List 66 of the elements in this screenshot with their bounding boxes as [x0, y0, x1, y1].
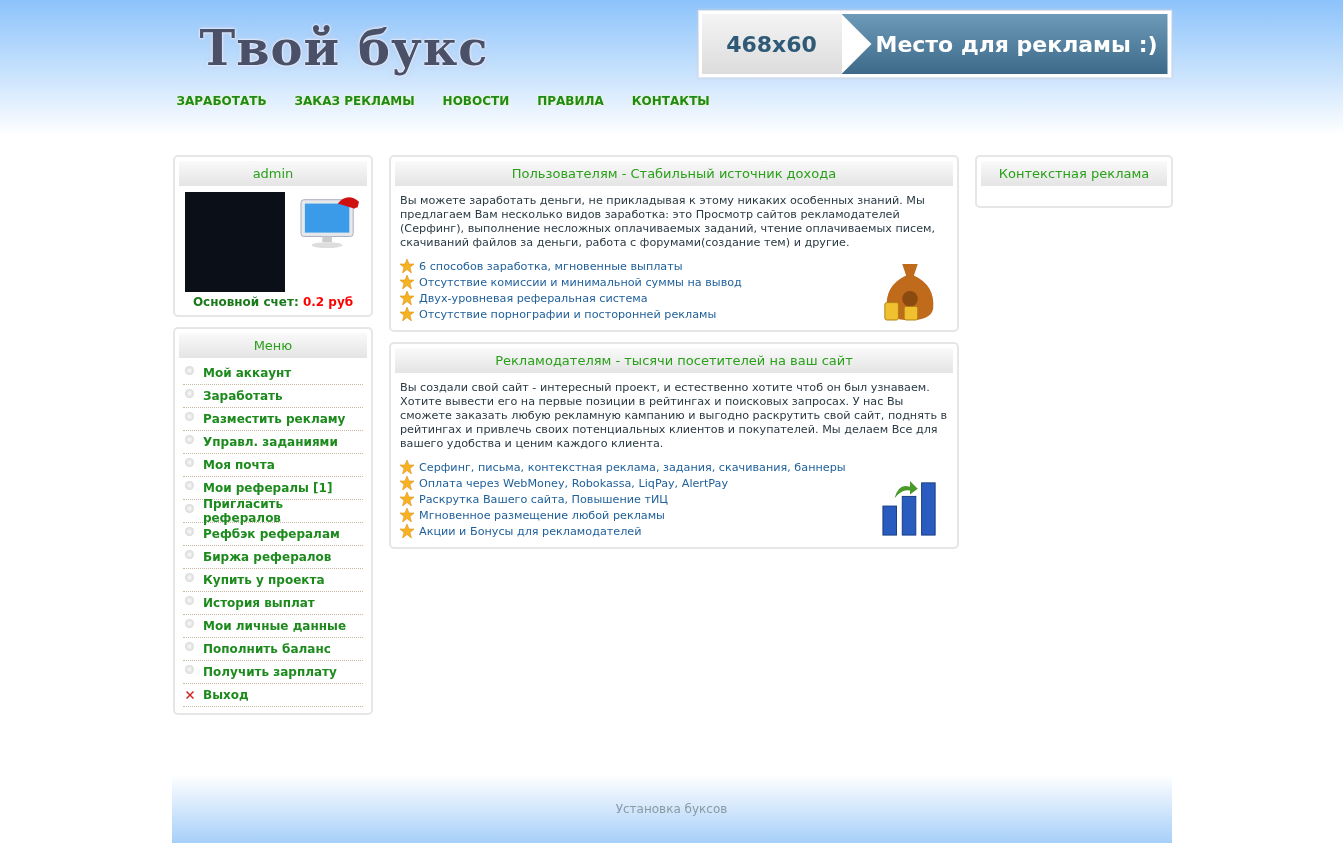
feature-text: Серфинг, письма, контекстная реклама, задания, скачивания, баннеры — [419, 460, 846, 474]
bullet-icon — [185, 573, 194, 582]
nav-link[interactable]: КОНТАКТЫ — [631, 94, 710, 108]
banner-size: 468x60 — [701, 14, 842, 74]
star-icon — [400, 524, 414, 538]
nav-link[interactable]: НОВОСТИ — [442, 94, 510, 108]
bullet-icon — [185, 642, 194, 651]
menu-item[interactable]: Пополнить баланс — [203, 642, 331, 656]
feature-text: Двух-уровневая реферальная система — [419, 291, 648, 305]
feature-text: Оплата через WebMoney, Robokassa, LiqPay, AlertPay — [419, 476, 729, 490]
star-icon — [400, 291, 414, 305]
bullet-icon — [185, 619, 194, 628]
panel-title: admin — [179, 161, 367, 186]
feature-text: Мгновенное размещение любой рекламы — [419, 508, 665, 522]
description-text: Вы создали свой сайт - интересный проект, и естественно хотите чтоб он был узнаваем. Хотите вывести его на первые позиции в рейтингах и поисковых запросах. У нас Вы сможете заказать любую рекламную кампанию и выгодно раскрутить свой сайт, поднять в рейтингах и привлечь своих потенциальных клиентов и покупателей. Мы делаем Все для вашего удобства и ценим каждого клиента. — [400, 381, 948, 451]
menu-item[interactable]: Мой аккаунт — [203, 366, 292, 380]
panel-title: Пользователям - Стабильный источник дохода — [395, 161, 953, 186]
menu-item[interactable]: Заработать — [203, 389, 283, 403]
panel-title: Контекстная реклама — [981, 161, 1167, 186]
bullet-icon — [185, 481, 194, 490]
menu-item[interactable]: Мои личные данные — [203, 619, 347, 633]
bullet-icon — [185, 527, 194, 536]
bullet-icon — [185, 665, 194, 674]
ad-banner[interactable]: 468x60 Место для рекламы :) — [697, 10, 1172, 78]
menu-item[interactable]: Выход — [203, 688, 249, 702]
menu-item[interactable]: Разместить рекламу — [203, 412, 346, 426]
nav-link[interactable]: ЗАКАЗ РЕКЛАМЫ — [294, 94, 415, 108]
star-icon — [400, 275, 414, 289]
menu-item[interactable]: Купить у проекта — [203, 573, 325, 587]
feature-text: 6 способов заработка, мгновенные выплаты — [419, 259, 683, 273]
menu-item[interactable]: Биржа рефералов — [203, 550, 332, 564]
star-icon — [400, 259, 414, 273]
bullet-icon — [185, 412, 194, 421]
star-icon — [400, 476, 414, 490]
footer-text: Установка буксов — [615, 802, 728, 816]
bullet-icon — [185, 389, 194, 398]
banner-text: Место для рекламы :) — [841, 14, 1168, 74]
star-icon — [400, 460, 414, 474]
bullet-icon — [185, 435, 194, 444]
menu-item[interactable]: Мои рефералы [1] — [203, 481, 333, 495]
nav-link[interactable]: ПРАВИЛА — [537, 94, 604, 108]
feature-text: Отсутствие комиссии и минимальной суммы на вывод — [419, 275, 742, 289]
close-icon — [185, 690, 195, 700]
menu-item[interactable]: Пригласить рефералов — [202, 497, 363, 525]
description-text: Вы можете заработать деньги, не прикладывая к этому никаких особенных знаний. Мы предлагаем Вам несколько видов заработка: это Просмотр сайтов рекламодателей (Серфинг), выполнение несложных оплачиваемых заданий, чтение оплачиваемых писем, скачиваний файлов за деньги, работа с форумами(создание тем) и другие. — [400, 194, 937, 250]
menu-item[interactable]: Управл. заданиями — [203, 435, 338, 449]
panel-title: Меню — [179, 333, 367, 358]
site-logo[interactable]: Твой букс — [199, 20, 489, 76]
nav-link[interactable]: ЗАРАБОТАТЬ — [176, 94, 267, 108]
star-icon — [400, 508, 414, 522]
feature-text: Раскрутка Вашего сайта, Повышение тИЦ — [419, 492, 668, 506]
panel-title: Рекламодателям - тысячи посетителей на ваш сайт — [395, 348, 953, 373]
bullet-icon — [185, 550, 194, 559]
menu-item[interactable]: Рефбэк рефералам — [203, 527, 340, 541]
menu-item[interactable]: История выплат — [203, 596, 315, 610]
bullet-icon — [185, 458, 194, 467]
star-icon — [400, 492, 414, 506]
feature-text: Отсутствие порнографии и посторонней рекламы — [419, 307, 717, 321]
menu-item[interactable]: Моя почта — [203, 458, 275, 472]
bullet-icon — [185, 504, 194, 513]
account-balance: Основной счет: 0.2 руб — [191, 295, 355, 309]
bullet-icon — [185, 366, 194, 375]
feature-text: Акции и Бонусы для рекламодателей — [419, 524, 642, 538]
star-icon — [400, 307, 414, 321]
bullet-icon — [185, 596, 194, 605]
menu-item[interactable]: Получить зарплату — [203, 665, 337, 679]
